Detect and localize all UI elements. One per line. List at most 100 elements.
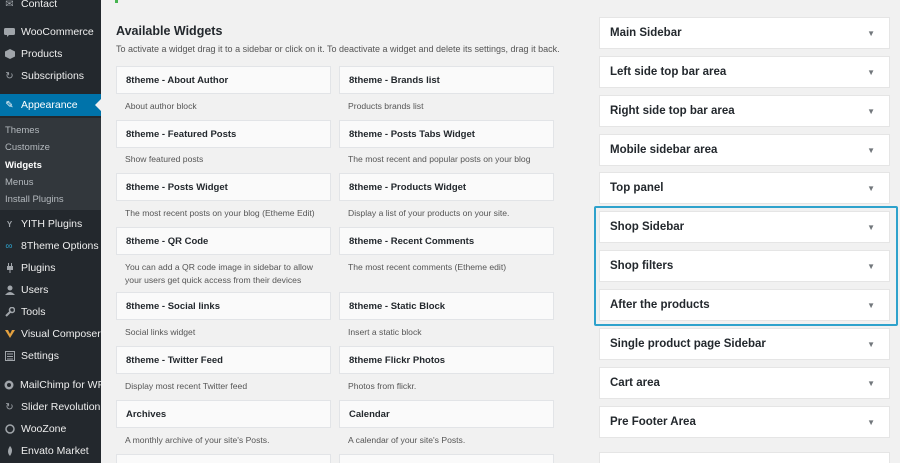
widget-area-pre-footer[interactable]: Pre Footer Area ▼: [599, 406, 890, 438]
menu-label: 8Theme Options: [21, 240, 99, 252]
widget-area-title: Left side top bar area: [610, 66, 727, 78]
menu-item-yith-plugins[interactable]: Y YITH Plugins: [0, 213, 101, 235]
widget-area-title: After the products: [610, 299, 710, 311]
widget-description: About author block: [125, 101, 197, 111]
widget-recent-comments[interactable]: 8theme - Recent Comments: [339, 227, 554, 255]
menu-item-settings[interactable]: Settings: [0, 345, 101, 367]
widget-about-author[interactable]: 8theme - About Author: [116, 66, 331, 94]
widget-description: Social links widget: [125, 327, 196, 337]
widget-calendar[interactable]: Calendar: [339, 400, 554, 428]
widget-partial[interactable]: [339, 454, 554, 463]
widget-brands-list[interactable]: 8theme - Brands list: [339, 66, 554, 94]
submenu-themes[interactable]: Themes: [5, 125, 39, 136]
menu-item-envato-market[interactable]: Envato Market: [0, 440, 101, 462]
plug-icon: [4, 263, 15, 274]
settings-icon: [4, 351, 15, 362]
widget-area-title: Right side top bar area: [610, 105, 735, 117]
caret-down-icon[interactable]: ▼: [867, 146, 875, 155]
widget-area-left-top-bar[interactable]: Left side top bar area ▼: [599, 56, 890, 88]
widgets-screen: Available Widgets To activate a widget d…: [101, 0, 900, 463]
menu-item-appearance[interactable]: ✎ Appearance: [0, 94, 101, 116]
menu-label: Contact: [21, 0, 58, 10]
widget-area-title: Single product page Sidebar: [610, 338, 766, 350]
menu-label: Products: [21, 48, 63, 60]
caret-down-icon[interactable]: ▼: [867, 107, 875, 116]
caret-down-icon[interactable]: ▼: [867, 223, 875, 232]
widget-static-block[interactable]: 8theme - Static Block: [339, 292, 554, 320]
widget-featured-posts[interactable]: 8theme - Featured Posts: [116, 120, 331, 148]
widget-qr-code[interactable]: 8theme - QR Code: [116, 227, 331, 255]
submenu-widgets[interactable]: Widgets: [5, 160, 42, 171]
caret-down-icon[interactable]: ▼: [867, 301, 875, 310]
submenu-install-plugins[interactable]: Install Plugins: [5, 194, 64, 205]
admin-sidebar: ✉ Contact WooCommerce Products ↻ Subscript…: [0, 0, 101, 463]
menu-label: Visual Composer: [21, 328, 101, 340]
widget-social-links[interactable]: 8theme - Social links: [116, 292, 331, 320]
menu-item-products[interactable]: Products: [0, 43, 101, 65]
caret-down-icon[interactable]: ▼: [867, 262, 875, 271]
menu-label: WooZone: [21, 423, 67, 435]
menu-item-contact[interactable]: ✉ Contact: [0, 0, 101, 15]
menu-item-mailchimp[interactable]: MailChimp for WP: [0, 374, 101, 396]
widget-archives[interactable]: Archives: [116, 400, 331, 428]
caret-down-icon[interactable]: ▼: [867, 379, 875, 388]
widget-area-mobile-sidebar[interactable]: Mobile sidebar area ▼: [599, 134, 890, 166]
menu-label: Tools: [21, 306, 46, 318]
menu-item-woozone[interactable]: WooZone: [0, 418, 101, 440]
menu-item-woocommerce[interactable]: WooCommerce: [0, 21, 101, 43]
widget-description: A calendar of your site's Posts.: [348, 435, 466, 445]
caret-down-icon[interactable]: ▼: [867, 418, 875, 427]
available-widgets-description: To activate a widget drag it to a sideba…: [116, 44, 560, 54]
widget-partial[interactable]: [116, 454, 331, 463]
caret-down-icon[interactable]: ▼: [867, 184, 875, 193]
menu-label: Appearance: [21, 99, 78, 111]
menu-item-slider-revolution[interactable]: ↻ Slider Revolution: [0, 396, 101, 418]
menu-item-8theme-options[interactable]: ∞ 8Theme Options: [0, 235, 101, 257]
widget-description: Photos from flickr.: [348, 381, 417, 391]
widget-description: Display a list of your products on your …: [348, 208, 510, 218]
widget-twitter-feed[interactable]: 8theme - Twitter Feed: [116, 346, 331, 374]
widget-area-shop-filters[interactable]: Shop filters ▼: [599, 250, 890, 282]
widget-posts-tabs[interactable]: 8theme - Posts Tabs Widget: [339, 120, 554, 148]
menu-item-tools[interactable]: Tools: [0, 301, 101, 323]
widget-description: Insert a static block: [348, 327, 422, 337]
menu-item-users[interactable]: Users: [0, 279, 101, 301]
widget-area-top-panel[interactable]: Top panel ▼: [599, 172, 890, 204]
envato-icon: [4, 446, 15, 457]
infinity-icon: ∞: [5, 240, 13, 252]
widget-area-title: Pre Footer Area: [610, 416, 696, 428]
caret-down-icon[interactable]: ▼: [867, 340, 875, 349]
mailchimp-icon: [4, 380, 14, 391]
widget-flickr-photos[interactable]: 8theme Flickr Photos: [339, 346, 554, 374]
menu-label: Plugins: [21, 262, 56, 274]
widget-area-title: Cart area: [610, 377, 660, 389]
menu-item-subscriptions[interactable]: ↻ Subscriptions: [0, 65, 101, 87]
widget-area-partial[interactable]: [599, 452, 890, 463]
caret-down-icon[interactable]: ▼: [867, 29, 875, 38]
widget-area-right-top-bar[interactable]: Right side top bar area ▼: [599, 95, 890, 127]
submenu-customize[interactable]: Customize: [5, 142, 50, 153]
notice-indicator: [115, 0, 118, 3]
widget-area-single-product-sidebar[interactable]: Single product page Sidebar ▼: [599, 328, 890, 360]
widget-description: The most recent comments (Etheme edit): [348, 262, 507, 272]
menu-item-visual-composer[interactable]: Visual Composer: [0, 323, 101, 345]
widget-area-main-sidebar[interactable]: Main Sidebar ▼: [599, 17, 890, 49]
menu-label: Slider Revolution: [21, 401, 101, 413]
available-widgets-title: Available Widgets: [116, 24, 223, 38]
menu-item-plugins[interactable]: Plugins: [0, 257, 101, 279]
woozone-icon: [4, 424, 15, 435]
widget-description: The most recent posts on your blog (Ethe…: [125, 208, 315, 218]
widget-products-widget[interactable]: 8theme - Products Widget: [339, 173, 554, 201]
widget-area-title: Top panel: [610, 182, 664, 194]
widget-area-title: Shop Sidebar: [610, 221, 685, 233]
menu-label: MailChimp for WP: [20, 379, 101, 391]
widget-description: A monthly archive of your site's Posts.: [125, 435, 270, 445]
widget-area-after-products[interactable]: After the products ▼: [599, 289, 890, 321]
widget-description: Display most recent Twitter feed: [125, 381, 248, 391]
widget-posts-widget[interactable]: 8theme - Posts Widget: [116, 173, 331, 201]
widget-area-shop-sidebar[interactable]: Shop Sidebar ▼: [599, 211, 890, 243]
caret-down-icon[interactable]: ▼: [867, 68, 875, 77]
refresh-icon: ↻: [5, 70, 14, 82]
submenu-menus[interactable]: Menus: [5, 177, 34, 188]
widget-area-cart-area[interactable]: Cart area ▼: [599, 367, 890, 399]
